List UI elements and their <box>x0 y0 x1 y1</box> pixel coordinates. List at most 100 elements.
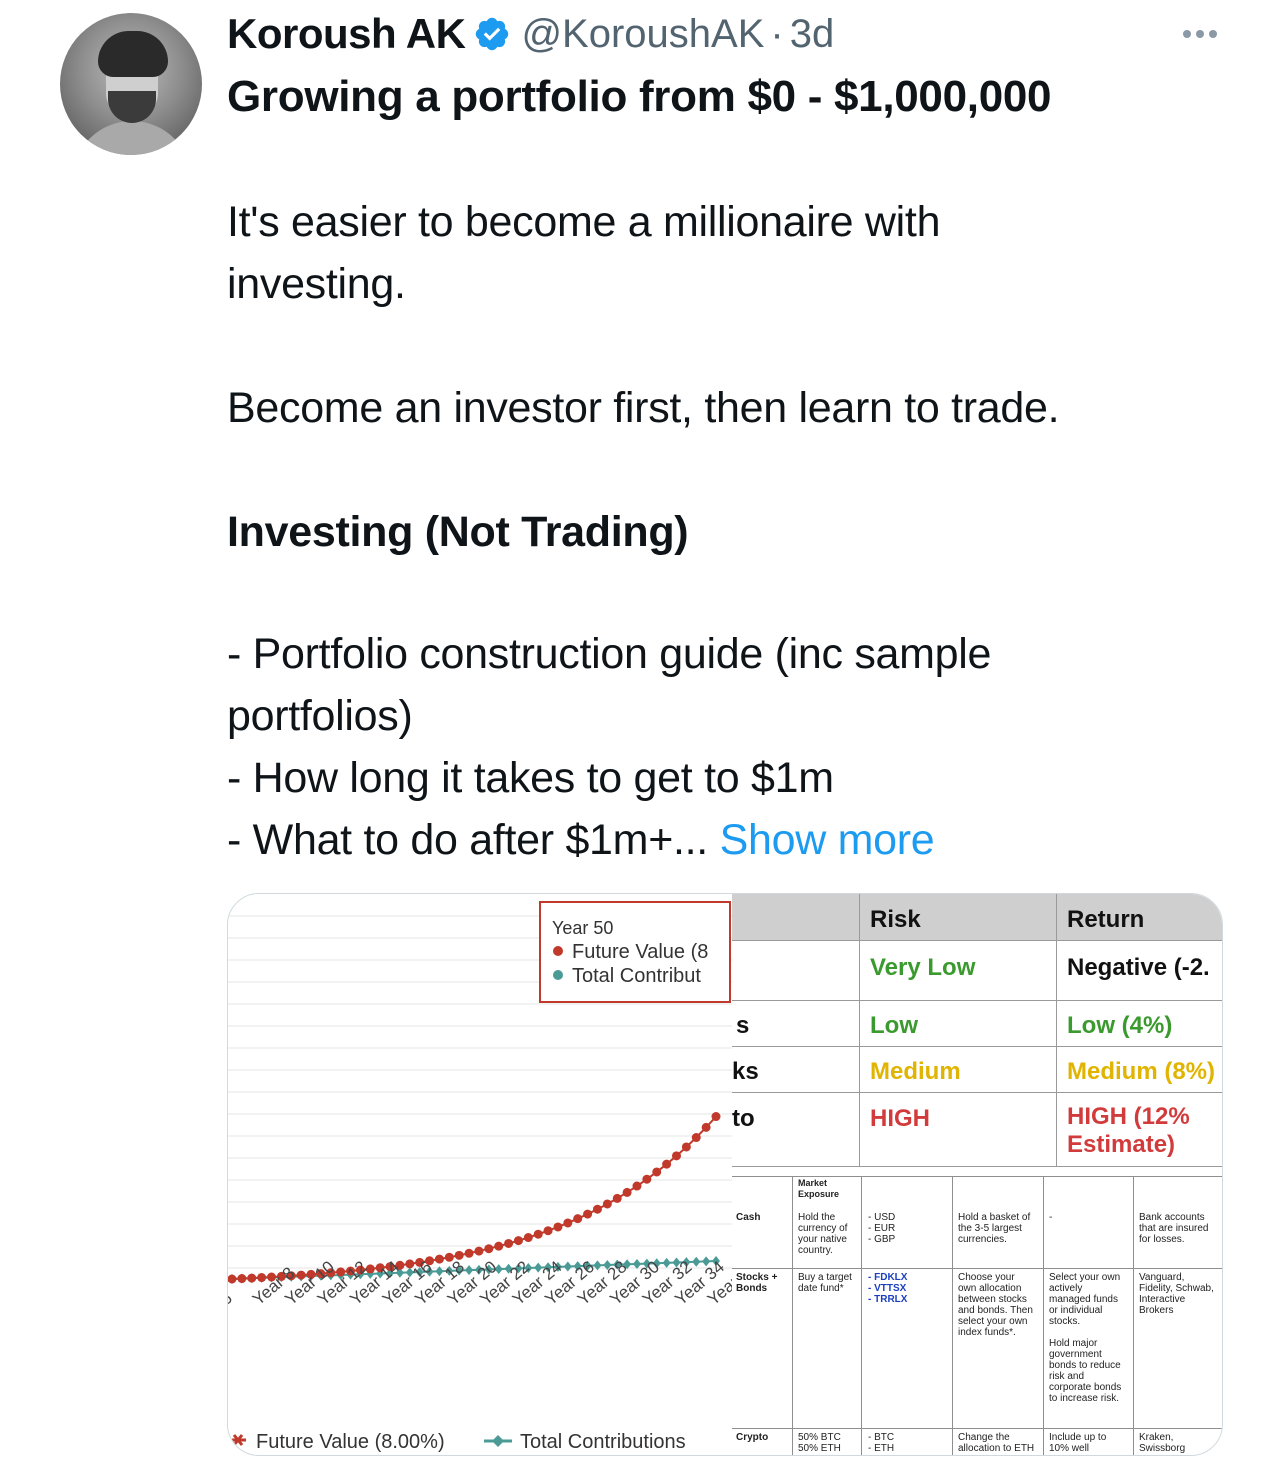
legend-future-value[interactable]: Future Value (8.00%) <box>256 1431 445 1453</box>
risk-low: Low <box>870 1012 918 1039</box>
return-negative: Negative (-2. <box>1067 954 1210 981</box>
future-point <box>642 1174 652 1184</box>
future-point <box>592 1204 602 1214</box>
cash-tickers: - USD - EUR - GBP <box>868 1212 896 1245</box>
future-point <box>543 1226 553 1236</box>
asset-stocks-bonds: Stocks + Bonds <box>736 1272 778 1294</box>
tooltip-title: Year 50 <box>552 918 613 938</box>
future-point <box>247 1273 257 1283</box>
future-point <box>632 1181 642 1191</box>
risk-very-low: Very Low <box>870 954 976 981</box>
table-divider <box>1133 1176 1134 1455</box>
row-label: to <box>732 1105 755 1132</box>
row-label: s <box>736 1012 750 1039</box>
table-divider <box>732 1046 1222 1047</box>
cash-col5: - <box>1049 1212 1053 1223</box>
future-point <box>563 1218 573 1228</box>
tweet-media[interactable]: 6 Year 8 Year 10 Year 12 Year 14 Year 16 Year … <box>227 893 1223 1456</box>
table-divider <box>732 940 1222 941</box>
table-divider <box>861 1176 862 1455</box>
legend-total-contributions[interactable]: Total Contributions <box>520 1431 686 1453</box>
avatar-shoulders <box>72 121 192 155</box>
tweet-text-line: investing. <box>227 260 406 308</box>
x-axis-labels: 6 Year 8Year 10Year 12Year 14Year 16Year … <box>228 1257 732 1309</box>
x-axis-tick-label: 6 <box>228 1288 236 1309</box>
future-point <box>533 1229 543 1239</box>
return-low: Low (4%) <box>1067 1012 1173 1039</box>
future-point <box>671 1151 681 1161</box>
header-market-exposure: Market Exposure <box>798 1178 840 1199</box>
tooltip-contrib-marker <box>553 970 563 980</box>
future-point <box>513 1236 523 1246</box>
table-divider <box>1043 1176 1044 1455</box>
cash-col4: Hold a basket of the 3-5 largest currenc… <box>958 1212 1031 1245</box>
table-divider <box>1056 894 1057 1166</box>
return-medium: Medium (8%) <box>1067 1058 1216 1085</box>
crypto-col5: Include up to 10% well <box>1049 1432 1107 1454</box>
future-point <box>237 1274 247 1284</box>
risk-return-header-row <box>732 894 1222 940</box>
cash-col6: Bank accounts that are insured for losse… <box>1139 1212 1209 1245</box>
more-options-icon[interactable] <box>1176 16 1224 52</box>
future-point <box>622 1187 632 1197</box>
avatar-beard <box>108 91 156 123</box>
show-more-link[interactable]: Show more <box>720 816 935 864</box>
future-point <box>553 1222 563 1232</box>
future-point <box>583 1209 593 1219</box>
portfolio-table: Market Exposure Cash Hold the currency o… <box>732 1176 1222 1455</box>
future-point <box>484 1244 494 1254</box>
author-handle[interactable]: @KoroushAK <box>521 12 764 57</box>
growth-chart-svg: 6 Year 8Year 10Year 12Year 14Year 16Year … <box>228 901 732 1453</box>
row-label: ks <box>732 1058 759 1085</box>
asset-crypto: Crypto <box>736 1432 769 1443</box>
author-name[interactable]: Koroush AK <box>227 10 466 58</box>
stocks-col4: Choose your own allocation between stock… <box>958 1272 1033 1338</box>
contrib-point <box>692 1256 701 1267</box>
future-point <box>701 1122 711 1132</box>
future-point <box>602 1199 612 1209</box>
tweet-timestamp[interactable]: 3d <box>790 12 835 57</box>
series-future-value <box>228 1112 721 1284</box>
tweet-text-truncated: - What to do after $1m+... <box>227 816 708 864</box>
media-image-tables[interactable]: Risk Return Very Low Negative (-2. s Low… <box>732 894 1222 1455</box>
legend-future-marker <box>232 1434 246 1446</box>
future-point <box>434 1254 444 1264</box>
avatar[interactable] <box>60 13 202 155</box>
tweet-text-line: Become an investor first, then learn to … <box>227 384 1060 432</box>
separator-dot: · <box>770 11 784 56</box>
tweet-text-line: - How long it takes to get to $1m <box>227 754 834 802</box>
table-divider <box>732 1092 1222 1093</box>
return-high-estimate: Estimate) <box>1067 1131 1176 1158</box>
media-image-growth-chart[interactable]: 6 Year 8 Year 10 Year 12 Year 14 Year 16 Year … <box>228 894 732 1455</box>
table-divider <box>732 1176 1222 1177</box>
table-divider <box>732 1268 1222 1269</box>
header-risk: Risk <box>870 906 921 933</box>
table-divider <box>732 1000 1222 1001</box>
crypto-col6: Kraken, Swissborg <box>1139 1432 1186 1454</box>
future-point <box>573 1214 583 1224</box>
tooltip-series-future: Future Value (8 <box>572 941 708 963</box>
future-point <box>652 1167 662 1177</box>
future-point <box>662 1159 672 1169</box>
asset-cash: Cash <box>736 1212 761 1223</box>
tweet-text-line-with-link: - What to do after $1m+... Show more <box>227 816 935 865</box>
table-divider <box>792 1176 793 1455</box>
future-point <box>691 1133 701 1143</box>
tooltip-future-marker <box>553 946 563 956</box>
crypto-tickers: - BTC - ETH <box>868 1432 895 1454</box>
return-high: HIGH (12% <box>1067 1103 1190 1130</box>
future-point <box>711 1112 721 1122</box>
stocks-market: Buy a target date fund* <box>798 1272 852 1294</box>
future-point <box>494 1241 504 1251</box>
more-dot <box>1196 30 1204 38</box>
risk-high: HIGH <box>870 1105 930 1132</box>
risk-return-table: Risk Return Very Low Negative (-2. s Low… <box>732 894 1222 1167</box>
future-point <box>464 1248 474 1258</box>
more-dot <box>1209 30 1217 38</box>
table-divider <box>952 1176 953 1455</box>
cash-market: Hold the currency of your native country… <box>798 1212 848 1256</box>
legend-contrib-marker <box>492 1435 504 1447</box>
future-line <box>231 1115 717 1280</box>
stocks-tickers[interactable]: - FDKLX - VTTSX - TRRLX <box>868 1272 907 1305</box>
crypto-col4: Change the allocation to ETH <box>958 1432 1035 1454</box>
